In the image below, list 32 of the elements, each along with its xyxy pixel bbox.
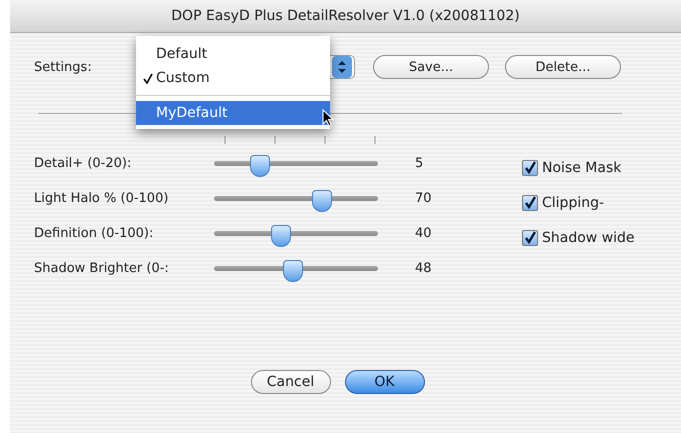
window-title: DOP EasyD Plus DetailResolver V1.0 (x20081102) — [171, 8, 520, 24]
checkmark-icon — [143, 72, 153, 84]
slider-label: Detail+ (0-20): — [34, 156, 132, 171]
checkbox-label: Shadow wide — [542, 230, 635, 246]
slider-value: 5 — [415, 156, 424, 171]
ok-button[interactable]: OK — [344, 370, 424, 394]
stepper-icon — [332, 56, 352, 78]
checkmark-icon — [523, 196, 537, 210]
settings-label: Settings: — [34, 60, 93, 74]
checkmark-icon — [523, 230, 537, 244]
slider-label: Definition (0-100): — [34, 226, 154, 241]
menu-item[interactable]: MyDefault — [136, 101, 330, 125]
slider-thumb[interactable] — [282, 260, 303, 282]
checkbox-label: Noise Mask — [542, 160, 622, 176]
cancel-button[interactable]: Cancel — [250, 370, 330, 394]
checkbox[interactable] — [522, 194, 538, 210]
slider-value: 40 — [415, 226, 432, 241]
checkmark-icon — [523, 160, 537, 174]
slider-value: 48 — [415, 261, 432, 276]
checkbox-label: Clipping- — [542, 194, 604, 210]
push-button[interactable]: Save... — [373, 55, 489, 79]
checkbox[interactable] — [522, 160, 538, 176]
push-button[interactable]: Delete... — [505, 55, 621, 79]
slider-value: 70 — [415, 191, 432, 206]
menu-item[interactable]: Custom — [136, 66, 330, 90]
checkbox[interactable] — [522, 230, 538, 246]
slider-thumb[interactable] — [271, 225, 292, 247]
slider-label: Light Halo % (0-100) — [34, 191, 170, 206]
slider-thumb[interactable] — [250, 155, 270, 177]
menu-item[interactable]: Default — [136, 42, 330, 66]
slider-thumb[interactable] — [312, 190, 332, 212]
slider-label: Shadow Brighter (0-: — [34, 261, 170, 276]
